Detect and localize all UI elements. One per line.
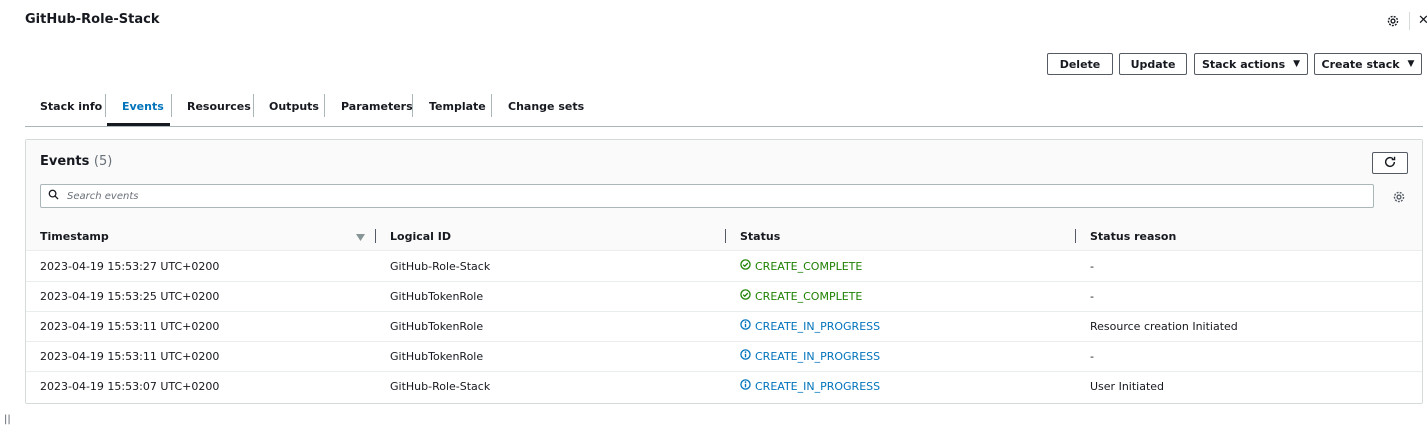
close-icon[interactable]: ✕: [1418, 13, 1427, 28]
check-circle-icon: [740, 259, 751, 273]
cell-timestamp: 2023-04-19 15:53:25 UTC+0200: [40, 289, 220, 303]
events-table-header: Timestamp Logical ID Status Status reaso…: [26, 222, 1422, 251]
cell-logical-id: GitHubTokenRole: [390, 289, 484, 303]
tab-outputs[interactable]: Outputs: [269, 88, 319, 125]
cell-logical-id: GitHubTokenRole: [390, 319, 484, 333]
cell-status: CREATE_COMPLETE: [740, 251, 862, 281]
status-text: CREATE_COMPLETE: [755, 289, 863, 303]
info-circle-icon: [740, 319, 751, 333]
tab-separator: [253, 94, 254, 117]
tab-label: Parameters: [341, 100, 413, 113]
status-text: CREATE_IN_PROGRESS: [755, 349, 881, 363]
search-icon: [48, 189, 59, 203]
column-header-logical-id[interactable]: Logical ID: [390, 222, 451, 250]
tab-label: Stack info: [40, 100, 103, 113]
gear-icon[interactable]: [1386, 14, 1400, 28]
column-header-status-reason[interactable]: Status reason: [1090, 222, 1176, 250]
status-text: CREATE_COMPLETE: [755, 259, 863, 273]
status-text: CREATE_IN_PROGRESS: [755, 319, 881, 333]
tab-label: Template: [429, 100, 486, 113]
info-circle-icon: [740, 379, 751, 393]
tab-stack-info[interactable]: Stack info: [40, 88, 102, 125]
refresh-icon: [1383, 155, 1397, 172]
column-header-status[interactable]: Status: [740, 222, 780, 250]
events-panel: Events (5) Timestamp Logical ID Status S…: [25, 139, 1423, 404]
create-stack-button[interactable]: Create stack ▼: [1314, 53, 1422, 75]
column-resizer[interactable]: [1075, 229, 1076, 243]
page-title: GitHub-Role-Stack: [25, 12, 160, 27]
header-divider: [1409, 12, 1410, 30]
stack-actions-button[interactable]: Stack actions ▼: [1194, 53, 1308, 75]
stack-tabs: Stack info Events Resources Outputs Para…: [25, 88, 1423, 127]
table-row: 2023-04-19 15:53:27 UTC+0200 GitHub-Role…: [26, 251, 1422, 282]
info-circle-icon: [740, 349, 751, 363]
column-resizer[interactable]: [725, 229, 726, 243]
caret-down-icon: ▼: [1293, 59, 1301, 69]
table-row: 2023-04-19 15:53:07 UTC+0200 GitHub-Role…: [26, 371, 1422, 401]
events-panel-header: Events (5): [26, 140, 1422, 223]
create-stack-label: Create stack: [1321, 57, 1400, 71]
column-header-timestamp[interactable]: Timestamp: [40, 222, 109, 250]
cell-status-reason: -: [1090, 289, 1094, 303]
table-row: 2023-04-19 15:53:25 UTC+0200 GitHubToken…: [26, 281, 1422, 312]
update-button[interactable]: Update: [1119, 53, 1187, 75]
cell-logical-id: GitHub-Role-Stack: [390, 379, 491, 393]
delete-button[interactable]: Delete: [1047, 53, 1113, 75]
tab-change-sets[interactable]: Change sets: [508, 88, 584, 125]
refresh-button[interactable]: [1372, 152, 1408, 174]
cell-status-reason: User Initiated: [1090, 379, 1165, 393]
cell-logical-id: GitHub-Role-Stack: [390, 259, 491, 273]
tab-separator: [171, 94, 172, 117]
cell-status-reason: -: [1090, 259, 1094, 273]
tab-events[interactable]: Events: [122, 88, 164, 125]
search-events-input[interactable]: [65, 189, 1373, 203]
tab-separator: [412, 94, 413, 117]
column-resizer[interactable]: [375, 229, 376, 243]
tab-separator: [105, 94, 106, 117]
tab-label: Outputs: [269, 100, 319, 113]
search-events-field[interactable]: [40, 184, 1374, 208]
tab-resources[interactable]: Resources: [187, 88, 251, 125]
cell-status: CREATE_IN_PROGRESS: [740, 371, 880, 401]
events-count: (5): [93, 154, 113, 169]
tab-label: Events: [122, 100, 164, 113]
cell-timestamp: 2023-04-19 15:53:27 UTC+0200: [40, 259, 220, 273]
tab-label: Resources: [187, 100, 251, 113]
tab-label: Change sets: [508, 100, 585, 113]
panel-resize-handle-icon[interactable]: ||: [4, 414, 11, 425]
cell-timestamp: 2023-04-19 15:53:11 UTC+0200: [40, 349, 220, 363]
tab-separator: [491, 94, 492, 117]
cell-timestamp: 2023-04-19 15:53:11 UTC+0200: [40, 319, 220, 333]
sort-descending-icon[interactable]: [356, 232, 365, 245]
cell-status-reason: Resource creation Initiated: [1090, 319, 1238, 333]
update-button-label: Update: [1130, 57, 1176, 71]
status-text: CREATE_IN_PROGRESS: [755, 379, 881, 393]
cell-status: CREATE_IN_PROGRESS: [740, 311, 880, 341]
delete-button-label: Delete: [1059, 57, 1101, 71]
tab-template[interactable]: Template: [429, 88, 486, 125]
table-row: 2023-04-19 15:53:11 UTC+0200 GitHubToken…: [26, 341, 1422, 372]
events-heading: Events (5): [40, 154, 112, 169]
cell-timestamp: 2023-04-19 15:53:07 UTC+0200: [40, 379, 220, 393]
tab-separator: [324, 94, 325, 117]
cell-status: CREATE_COMPLETE: [740, 281, 862, 311]
table-row: 2023-04-19 15:53:11 UTC+0200 GitHubToken…: [26, 311, 1422, 342]
caret-down-icon: ▼: [1407, 59, 1415, 69]
active-tab-indicator: [107, 123, 170, 126]
cell-status-reason: -: [1090, 349, 1094, 363]
events-title: Events: [40, 154, 90, 169]
check-circle-icon: [740, 289, 751, 303]
cell-status: CREATE_IN_PROGRESS: [740, 341, 880, 371]
gear-icon[interactable]: [1392, 190, 1406, 207]
stack-actions-label: Stack actions: [1201, 57, 1286, 71]
cell-logical-id: GitHubTokenRole: [390, 349, 484, 363]
tab-parameters[interactable]: Parameters: [341, 88, 413, 125]
